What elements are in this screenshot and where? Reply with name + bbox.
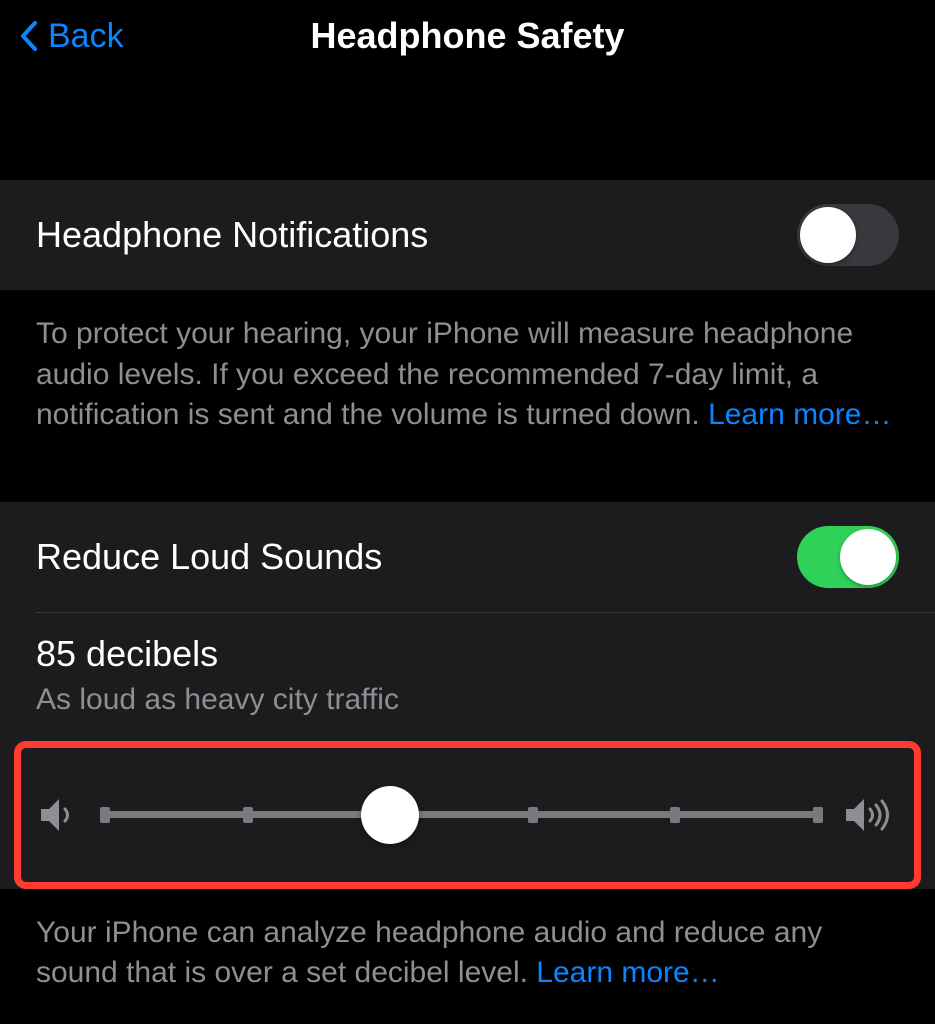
- chevron-left-icon: [20, 21, 38, 51]
- volume-high-icon: [842, 795, 898, 835]
- headphone-notifications-label: Headphone Notifications: [36, 214, 428, 256]
- slider-tick: [243, 807, 253, 823]
- decibel-slider[interactable]: [105, 790, 818, 840]
- navigation-bar: Back Headphone Safety: [0, 0, 935, 80]
- reduce-learn-more-link[interactable]: Learn more…: [536, 956, 719, 989]
- decibel-value: 85 decibels: [36, 633, 899, 675]
- back-button[interactable]: Back: [20, 17, 124, 56]
- notifications-footer: To protect your hearing, your iPhone wil…: [0, 290, 935, 472]
- slider-tick: [813, 807, 823, 823]
- reduce-loud-sounds-row: Reduce Loud Sounds: [0, 502, 935, 612]
- slider-tick: [670, 807, 680, 823]
- slider-highlight-box: [14, 741, 921, 889]
- headphone-notifications-toggle[interactable]: [797, 204, 899, 266]
- reduce-loud-sounds-group: Reduce Loud Sounds 85 decibels As loud a…: [0, 502, 935, 889]
- slider-tick: [528, 807, 538, 823]
- toggle-knob: [800, 207, 856, 263]
- back-label: Back: [48, 17, 124, 56]
- notifications-learn-more-link[interactable]: Learn more…: [708, 398, 891, 431]
- reduce-loud-sounds-toggle[interactable]: [797, 526, 899, 588]
- notifications-group: Headphone Notifications: [0, 180, 935, 290]
- page-title: Headphone Safety: [310, 15, 624, 57]
- toggle-knob: [840, 529, 896, 585]
- slider-thumb[interactable]: [361, 786, 419, 844]
- spacer: [0, 80, 935, 180]
- decibel-description: As loud as heavy city traffic: [36, 683, 899, 717]
- spacer: [0, 472, 935, 502]
- slider-track: [105, 811, 818, 818]
- slider-tick: [100, 807, 110, 823]
- reduce-loud-sounds-label: Reduce Loud Sounds: [36, 536, 382, 578]
- headphone-notifications-row: Headphone Notifications: [0, 180, 935, 290]
- decibel-section: 85 decibels As loud as heavy city traffi…: [0, 613, 935, 729]
- reduce-footer: Your iPhone can analyze headphone audio …: [0, 899, 935, 1018]
- volume-low-icon: [37, 795, 81, 835]
